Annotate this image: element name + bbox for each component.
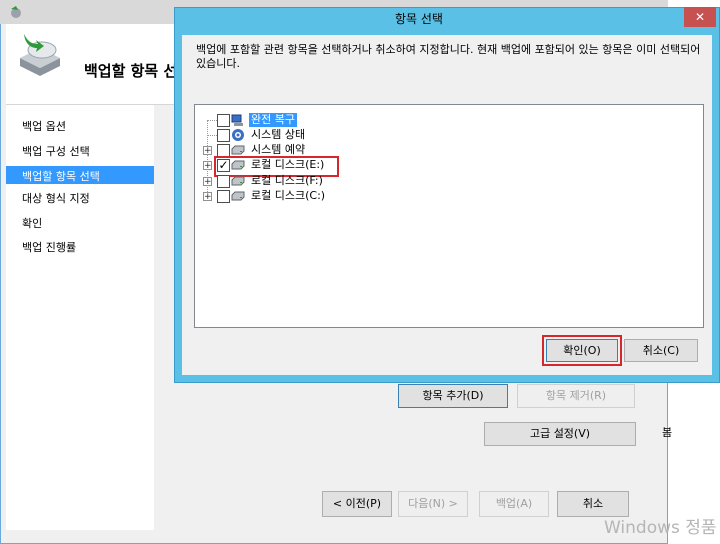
local-disk-f-expander[interactable]: +	[203, 177, 212, 187]
dialog-title: 항목 선택	[395, 12, 443, 26]
dialog-close-button[interactable]: ✕	[684, 7, 716, 27]
tree-item-system-state[interactable]: 시스템 상태	[200, 128, 320, 143]
local-disk-e-expander[interactable]: +	[203, 161, 212, 171]
ok-button[interactable]: 확인(O)	[546, 339, 618, 362]
nav-item-backup-progress[interactable]: 백업 진행률	[22, 239, 76, 255]
backup-disk-icon	[14, 30, 66, 82]
system-state-icon	[231, 128, 245, 141]
system-reserved-label: 시스템 예약	[251, 143, 306, 156]
dialog-description: 백업에 포함할 관련 항목을 선택하거나 취소하여 지정합니다. 현재 백업에 …	[196, 43, 701, 70]
system-state-checkbox[interactable]	[217, 129, 230, 142]
drive-icon	[231, 176, 245, 188]
previous-button[interactable]: < 이전(P)	[322, 491, 392, 517]
system-state-label: 시스템 상태	[251, 128, 306, 141]
local-disk-f-label: 로컬 디스크(F:)	[251, 174, 323, 187]
tree-item-local-disk-f[interactable]: + 로컬 디스크(F:)	[200, 174, 340, 189]
nav-item-confirmation[interactable]: 확인	[22, 215, 42, 231]
full-recovery-icon	[231, 114, 245, 126]
drive-icon	[231, 191, 245, 203]
backup-button[interactable]: 백업(A)	[479, 491, 549, 517]
local-disk-f-checkbox[interactable]	[217, 175, 230, 188]
nav-item-destination-type[interactable]: 대상 형식 지정	[22, 190, 90, 206]
nav-item-backup-configuration[interactable]: 백업 구성 선택	[22, 143, 90, 159]
tree-item-local-disk-c[interactable]: + 로컬 디스크(C:)	[200, 189, 340, 204]
full-recovery-label: 완전 복구	[249, 113, 297, 127]
add-items-button[interactable]: 항목 추가(D)	[398, 384, 508, 408]
tree-item-full-recovery[interactable]: 완전 복구	[200, 113, 320, 128]
nav-item-backup-options[interactable]: 백업 옵션	[22, 118, 66, 134]
nav-item-select-items[interactable]: 백업할 항목 선택	[22, 168, 100, 184]
next-button[interactable]: 다음(N) >	[398, 491, 468, 517]
windows-activation-watermark: Windows 정품	[604, 518, 717, 538]
remove-items-button[interactable]: 항목 제거(R)	[517, 384, 635, 408]
system-reserved-expander[interactable]: +	[203, 146, 212, 156]
advanced-settings-button[interactable]: 고급 설정(V)	[484, 422, 636, 446]
partial-side-text: 봄	[662, 426, 673, 439]
dialog-cancel-button[interactable]: 취소(C)	[624, 339, 698, 362]
backup-app-icon	[8, 4, 24, 20]
wizard-page-title: 백업할 항목 선	[84, 62, 178, 80]
local-disk-c-checkbox[interactable]	[217, 190, 230, 203]
local-disk-c-label: 로컬 디스크(C:)	[251, 189, 326, 202]
local-disk-c-expander[interactable]: +	[203, 192, 212, 202]
full-recovery-checkbox[interactable]	[217, 114, 230, 127]
